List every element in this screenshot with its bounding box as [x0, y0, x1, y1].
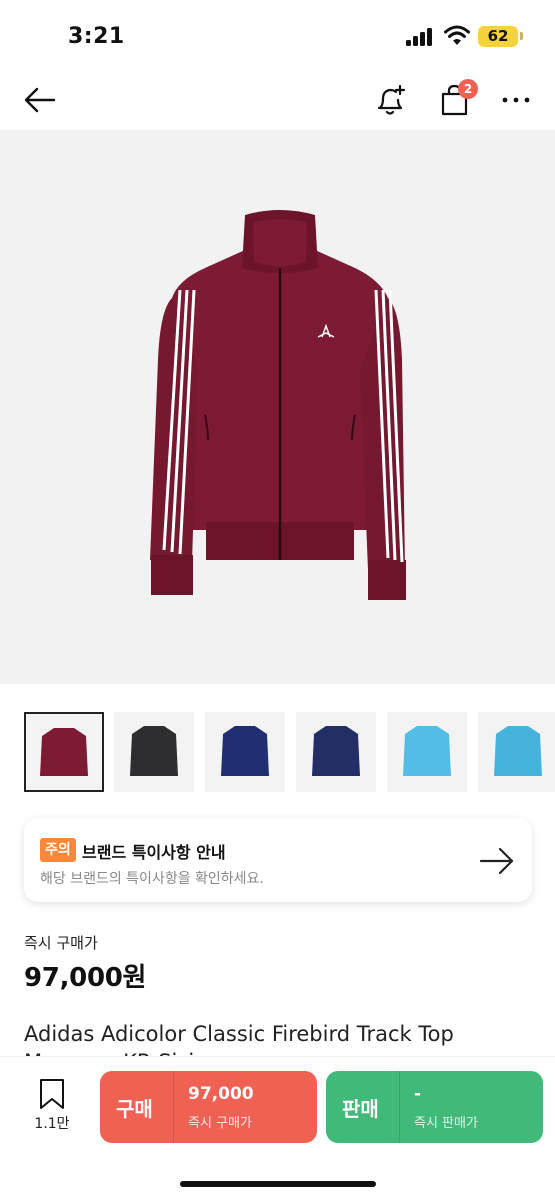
buy-label: 구매: [116, 1097, 153, 1121]
product-name: Adidas Adicolor Classic Firebird Track T…: [24, 1022, 454, 1046]
home-indicator[interactable]: [180, 1181, 376, 1187]
sell-label: 판매: [342, 1097, 379, 1121]
notice-subtitle: 해당 브랜드의 특이사항을 확인하세요.: [40, 871, 264, 887]
thumbnail-sky-blue[interactable]: [387, 712, 467, 792]
color-thumbnails: [0, 710, 555, 794]
cart-count-badge: 2: [458, 79, 478, 99]
buy-price: 97,000: [188, 1084, 254, 1104]
wishlist-button[interactable]: 1.1만: [26, 1077, 78, 1137]
instant-buy-price-label: 즉시 구매가: [24, 934, 98, 952]
buy-button[interactable]: 구매 97,000 즉시 구매가: [100, 1071, 317, 1143]
brand-notice-card[interactable]: 주의 브랜드 특이사항 안내 해당 브랜드의 특이사항을 확인하세요.: [24, 818, 532, 902]
wifi-icon: [444, 25, 470, 45]
back-arrow-icon[interactable]: [20, 80, 60, 120]
notice-tag: 주의: [40, 838, 76, 862]
wishlist-count: 1.1만: [34, 1116, 70, 1132]
battery-indicator: 62: [478, 26, 518, 47]
buy-divider: [173, 1071, 174, 1143]
arrow-right-icon: [479, 847, 514, 875]
sell-sublabel: 즉시 판매가: [414, 1116, 478, 1131]
jacket-illustration: [150, 210, 406, 600]
thumbnail-navy[interactable]: [205, 712, 285, 792]
status-time: 3:21: [68, 24, 125, 49]
signal-icon: [406, 28, 434, 46]
more-icon[interactable]: [498, 80, 534, 120]
instant-buy-price: 97,000원: [24, 963, 147, 993]
bookmark-icon: [40, 1079, 64, 1109]
sell-divider: [399, 1071, 400, 1143]
battery-cap: [520, 32, 523, 40]
thumbnail-black[interactable]: [114, 712, 194, 792]
notice-title: 브랜드 특이사항 안내: [82, 843, 226, 862]
product-image[interactable]: [0, 130, 555, 684]
thumbnail-burgundy[interactable]: [24, 712, 104, 792]
thumbnail-dark-navy[interactable]: [296, 712, 376, 792]
bell-plus-icon[interactable]: [370, 80, 410, 120]
top-navigation: 2: [0, 70, 555, 130]
bottom-action-bar: 1.1만 구매 97,000 즉시 구매가 판매 - 즉시 판매가: [0, 1056, 555, 1200]
status-bar: 3:21 62: [0, 0, 555, 70]
sell-price: -: [414, 1084, 422, 1104]
buy-sublabel: 즉시 구매가: [188, 1116, 252, 1131]
thumbnail-light-blue[interactable]: [478, 712, 555, 792]
sell-button[interactable]: 판매 - 즉시 판매가: [326, 1071, 543, 1143]
